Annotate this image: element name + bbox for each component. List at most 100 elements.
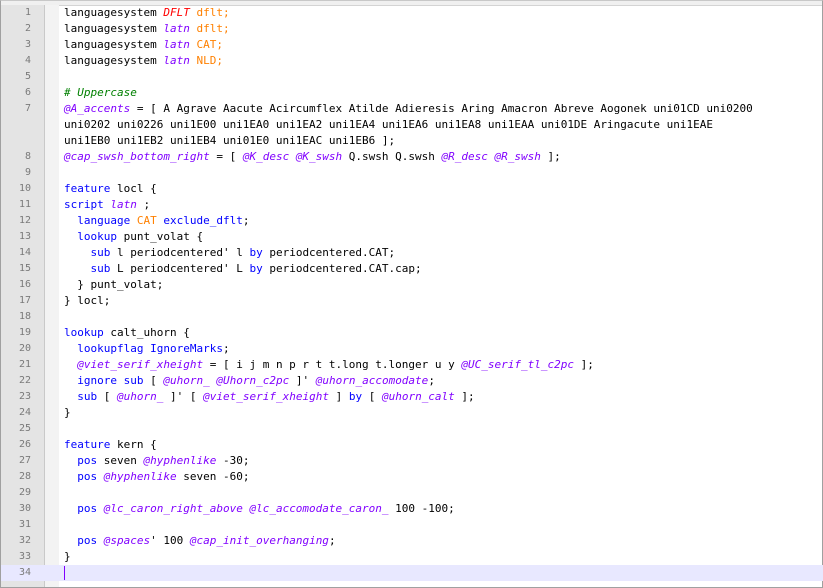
code-text: lookup punt_volat {	[64, 229, 820, 245]
code-token: IgnoreMarks	[150, 342, 223, 355]
code-token: @R_desc	[441, 150, 488, 163]
code-line[interactable]: 4 languagesystem latn NLD;	[1, 53, 823, 69]
code-token: = [	[209, 150, 243, 163]
code-line[interactable]: 7 @A_accents = [ A Agrave Aacute Acircumf…	[1, 101, 823, 117]
code-token: seven -60;	[176, 470, 250, 483]
code-line[interactable]: 16 } punt_volat;	[1, 277, 823, 293]
code-line[interactable]: 22 ignore sub [ @uhorn_ @Uhorn_c2pc ]' @…	[1, 373, 823, 389]
code-line[interactable]: 6 # Uppercase	[1, 85, 823, 101]
code-token: feature	[64, 438, 111, 451]
code-token: @viet_serif_xheight	[203, 390, 329, 403]
line-number: 2	[24, 23, 31, 34]
code-line[interactable]: 20 lookupflag IgnoreMarks;	[1, 341, 823, 357]
code-line[interactable]: 29	[1, 485, 823, 501]
code-line[interactable]: 13 lookup punt_volat {	[1, 229, 823, 245]
code-line[interactable]: 17} locl;	[1, 293, 823, 309]
code-token: ' 100	[150, 534, 190, 547]
code-token: ;	[222, 342, 230, 355]
code-token: sub	[77, 390, 98, 403]
code-token: lookup	[77, 230, 117, 243]
code-text: pos @lc_caron_right_above @lc_accomodate…	[64, 501, 820, 517]
code-token: sub	[90, 246, 111, 259]
code-line[interactable]: 15 sub L periodcentered' L by periodcent…	[1, 261, 823, 277]
code-line[interactable]: 9	[1, 165, 823, 181]
code-line[interactable]: 2 languagesystem latn dflt;	[1, 21, 823, 37]
code-line[interactable]: 12 language CAT exclude_dflt;	[1, 213, 823, 229]
code-text: @viet_serif_xheight = [ i j m n p r t t.…	[64, 357, 820, 373]
code-token: CAT;	[189, 38, 223, 51]
code-line[interactable]: 1 languagesystem DFLT dflt;	[1, 5, 823, 21]
code-line[interactable]: 10 feature locl {	[1, 181, 823, 197]
code-text: language CAT exclude_dflt;	[64, 213, 820, 229]
code-line[interactable]: 32 pos @spaces' 100 @cap_init_overhangin…	[1, 533, 823, 549]
line-number: 6	[24, 87, 31, 98]
line-number: 14	[18, 247, 31, 258]
code-line[interactable]: 25	[1, 421, 823, 437]
code-token: latn	[163, 54, 190, 67]
line-number: 21	[18, 359, 31, 370]
code-token: [	[143, 374, 164, 387]
line-number: 11	[18, 199, 31, 210]
line-number: 17	[18, 295, 31, 306]
code-line[interactable]: 33}	[1, 549, 823, 565]
code-line[interactable]: 8 @cap_swsh_bottom_right = [ @K_desc @K_s…	[1, 149, 823, 165]
code-token: by	[249, 262, 263, 275]
code-line[interactable]: 3 languagesystem latn CAT;	[1, 37, 823, 53]
line-number: 26	[18, 439, 31, 450]
code-token: 100 -100;	[388, 502, 455, 515]
code-token: -30;	[216, 454, 250, 467]
line-number: 8	[24, 151, 31, 162]
code-line[interactable]: 5	[1, 69, 823, 85]
code-token: [	[97, 390, 117, 403]
code-token: pos	[77, 534, 98, 547]
code-token: @uhorn_accomodate	[315, 374, 429, 387]
code-token: calt_uhorn {	[103, 326, 190, 339]
code-token: uni0202 uni0226 uni1E00 uni1EA0 uni1EA2 …	[64, 118, 714, 131]
code-line[interactable]: 28 pos @hyphenlike seven -60;	[1, 469, 823, 485]
code-text: languagesystem latn CAT;	[64, 37, 820, 53]
code-token: ;	[242, 214, 250, 227]
code-line[interactable]: 30 pos @lc_caron_right_above @lc_accomod…	[1, 501, 823, 517]
code-token: periodcentered.CAT;	[262, 246, 396, 259]
code-text: uni1EB0 uni1EB2 uni1EB4 uni01E0 uni1EAC …	[64, 133, 820, 149]
code-line[interactable]: 23 sub [ @uhorn_ ]' [ @viet_serif_xheigh…	[1, 389, 823, 405]
code-line[interactable]: 18	[1, 309, 823, 325]
line-number: 24	[18, 407, 31, 418]
line-number: 10	[18, 183, 31, 194]
code-text: }	[64, 405, 820, 421]
code-line[interactable]: 34	[1, 565, 823, 581]
line-number: 34	[18, 567, 31, 578]
code-token: NLD;	[189, 54, 223, 67]
code-token: latn	[110, 198, 137, 211]
code-token: punt_volat {	[117, 230, 204, 243]
line-number: 4	[24, 55, 31, 66]
code-line[interactable]: 21 @viet_serif_xheight = [ i j m n p r t…	[1, 357, 823, 373]
line-number: 16	[18, 279, 31, 290]
line-number	[1, 117, 31, 133]
code-line[interactable]: 11 script latn ;	[1, 197, 823, 213]
code-line[interactable]: 26 feature kern {	[1, 437, 823, 453]
code-lines[interactable]: 1 languagesystem DFLT dflt; 2 languagesyste…	[1, 5, 823, 581]
code-editor[interactable]: 1 languagesystem DFLT dflt; 2 languagesyste…	[0, 0, 823, 588]
code-text: # Uppercase	[64, 85, 820, 101]
code-text: sub l periodcentered' l by periodcentere…	[64, 245, 820, 261]
code-line[interactable]: 24}	[1, 405, 823, 421]
line-number: 23	[18, 391, 31, 402]
code-line[interactable]: 14 sub l periodcentered' l by periodcent…	[1, 245, 823, 261]
code-text: @cap_swsh_bottom_right = [ @K_desc @K_sw…	[64, 149, 820, 165]
code-token: pos	[77, 502, 98, 515]
code-token: languagesystem	[64, 54, 164, 67]
code-token: by	[348, 390, 363, 403]
code-line[interactable]: 31	[1, 517, 823, 533]
code-line[interactable]: uni1EB0 uni1EB2 uni1EB4 uni01E0 uni1EAC …	[1, 133, 823, 149]
line-number	[1, 133, 31, 149]
code-line[interactable]: 19 lookup calt_uhorn {	[1, 325, 823, 341]
code-line[interactable]: 27 pos seven @hyphenlike -30;	[1, 453, 823, 469]
code-token: @cap_init_overhanging	[189, 534, 329, 547]
line-number: 3	[24, 39, 31, 50]
code-line[interactable]: uni0202 uni0226 uni1E00 uni1EA0 uni1EA2 …	[1, 117, 823, 133]
code-token: DFLT	[163, 6, 190, 19]
